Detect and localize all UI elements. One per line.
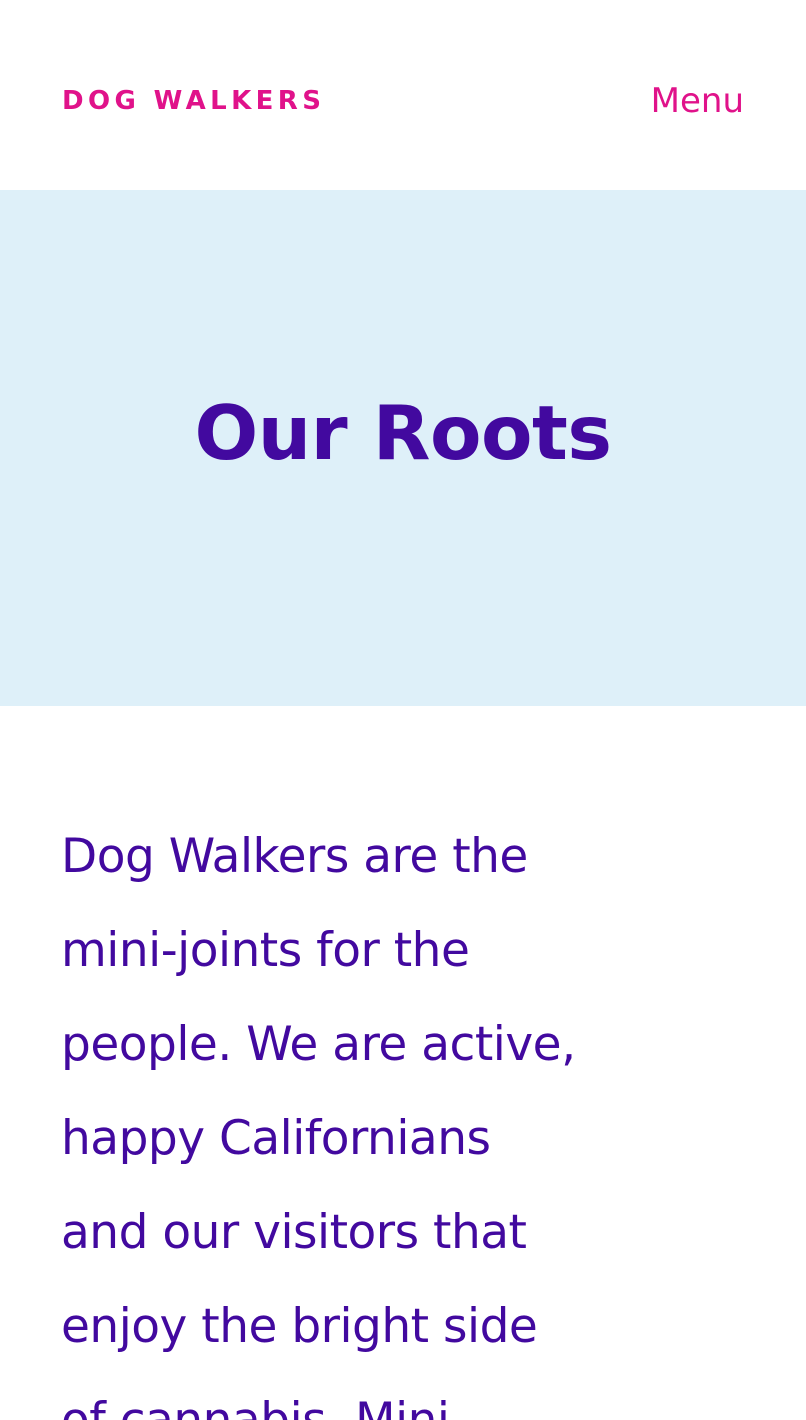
page-title: Our Roots [194, 389, 612, 477]
intro-line: people. We are active, [61, 1017, 576, 1072]
menu-button[interactable]: Menu [651, 80, 744, 122]
intro-line: of cannabis. Mini [61, 1374, 701, 1420]
main-content: Dog Walkers are the mini-joints for the … [0, 706, 806, 1420]
intro-paragraph: Dog Walkers are the mini-joints for the … [61, 810, 701, 1420]
intro-line: Dog Walkers are the [61, 829, 528, 884]
site-header: DOG WALKERS Menu [0, 0, 806, 190]
hero-banner: Our Roots [0, 190, 806, 706]
intro-line: mini-joints for the [61, 923, 470, 978]
intro-line: enjoy the bright side [61, 1299, 538, 1354]
intro-line: and our visitors that [61, 1205, 527, 1260]
brand-logo[interactable]: DOG WALKERS [62, 83, 325, 119]
intro-line: happy Californians [61, 1111, 491, 1166]
